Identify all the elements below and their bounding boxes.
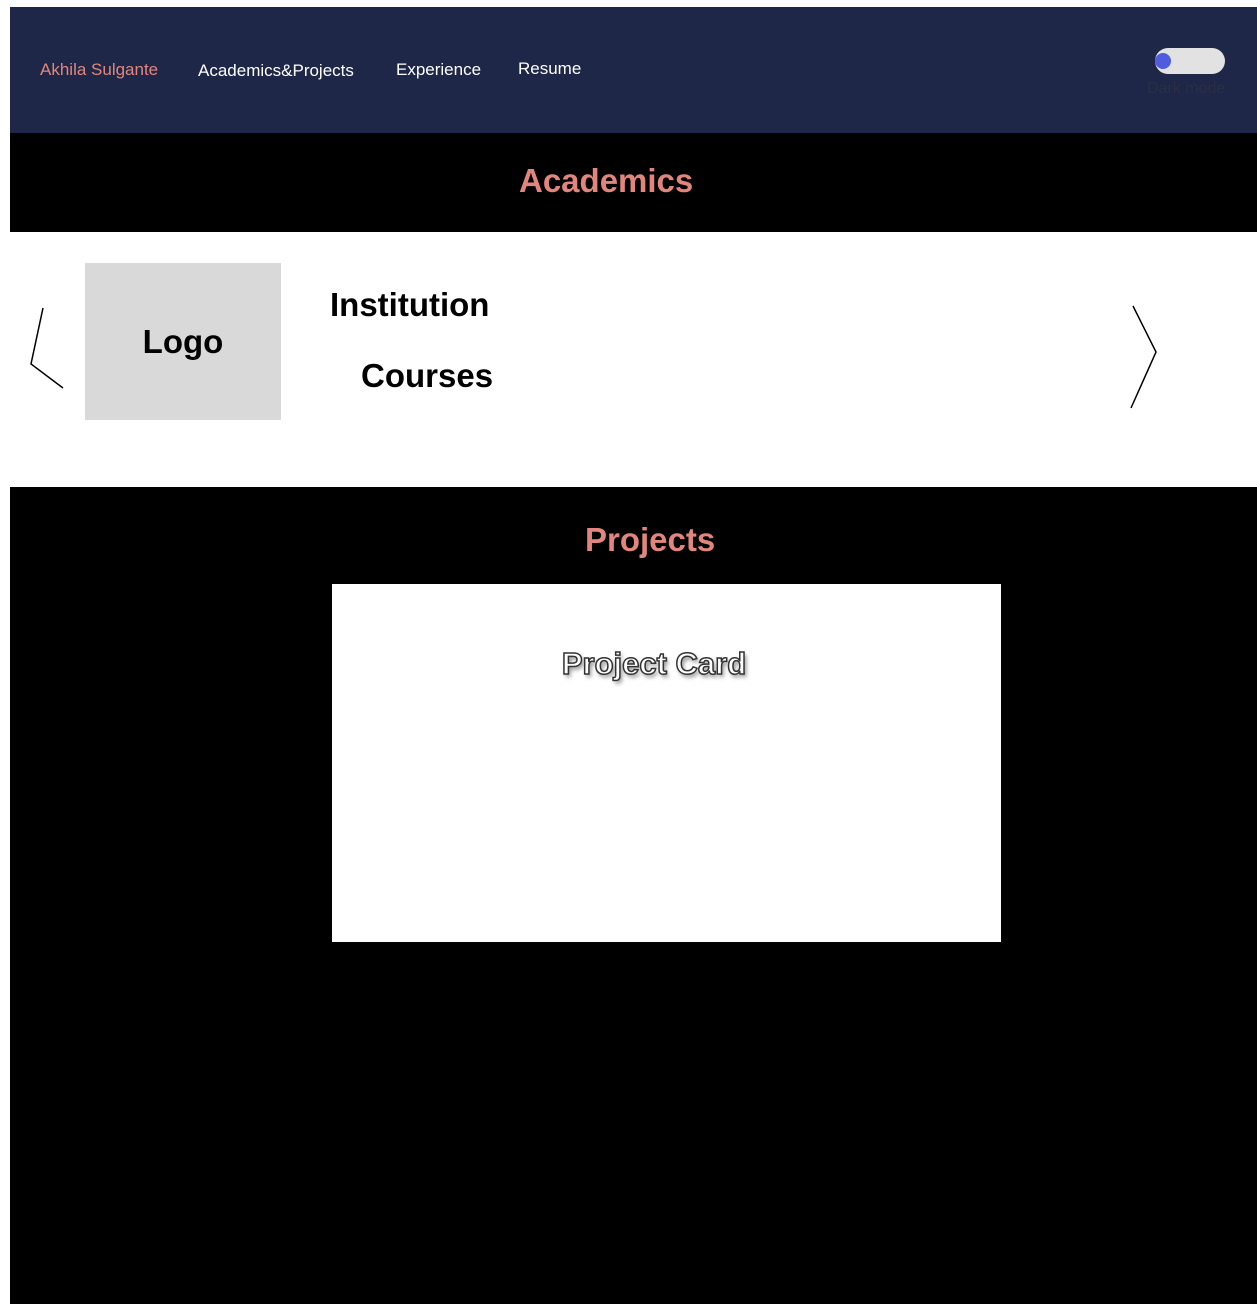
chevron-left-icon[interactable] xyxy=(28,306,68,390)
academics-carousel: Logo Institution Courses xyxy=(10,232,1257,487)
institution-label: Institution xyxy=(330,286,490,323)
dark-mode-toggle[interactable] xyxy=(1155,48,1225,74)
nav-link-experience[interactable]: Experience xyxy=(396,60,481,80)
page-frame: Akhila Sulgante Academics&Projects Exper… xyxy=(10,7,1257,1304)
top-navbar: Akhila Sulgante Academics&Projects Exper… xyxy=(10,7,1257,133)
project-card-title: Project Card xyxy=(561,645,747,682)
chevron-right-icon[interactable] xyxy=(1125,304,1165,410)
project-card[interactable]: Project Card xyxy=(332,584,1001,942)
nav-link-resume[interactable]: Resume xyxy=(518,59,581,79)
logo-label: Logo xyxy=(142,322,224,360)
brand-name-link[interactable]: Akhila Sulgante xyxy=(40,60,158,80)
dark-mode-label: Dark mode xyxy=(1147,80,1226,97)
projects-heading: Projects xyxy=(585,521,716,558)
nav-link-academics-projects[interactable]: Academics&Projects xyxy=(198,61,354,81)
institution-logo-placeholder: Logo xyxy=(85,263,281,420)
academics-heading: Academics xyxy=(519,162,694,199)
courses-label: Courses xyxy=(361,357,494,394)
toggle-knob xyxy=(1155,53,1171,69)
